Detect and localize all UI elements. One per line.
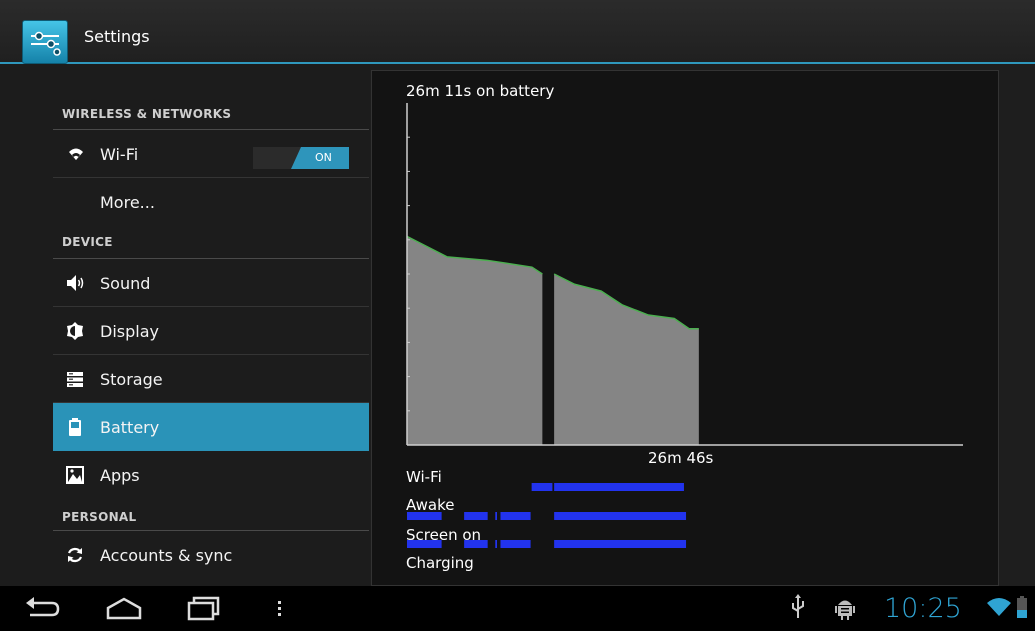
action-bar: Settings [0,0,1035,64]
timeline-bar-screen-on [554,540,687,548]
section-header-device: DEVICE [62,235,113,249]
battery-low-icon [1017,596,1027,622]
sidebar-item-label: Sound [100,274,151,293]
home-icon[interactable] [104,594,144,626]
timeline-bar-screen-on [500,540,531,548]
battery-icon [66,418,84,436]
settings-sidebar: WIRELESS & NETWORKS Wi-Fi ON More... DEV… [0,64,370,586]
chart-duration-label: 26m 46s [648,449,714,467]
timeline-bar-screen-on [495,540,498,548]
section-header-personal: PERSONAL [62,510,137,524]
battery-level-area-2 [554,274,699,445]
battery-level-area-1 [407,236,543,445]
sidebar-item-wifi[interactable]: Wi-Fi ON [53,130,369,178]
speaker-icon [66,274,84,292]
sidebar-item-label: Wi-Fi [100,145,139,164]
sidebar-item-label: Apps [100,466,140,485]
back-icon[interactable] [24,594,62,626]
status-clock: 10:25 [884,593,962,624]
settings-sliders-icon[interactable] [22,20,68,64]
sidebar-item-label: More... [100,193,155,212]
sidebar-item-label: Battery [100,418,160,437]
system-navigation-bar: 10:25 [0,586,1035,631]
timeline-bar-awake [495,512,498,520]
wifi-signal-icon [986,596,1012,622]
battery-detail-panel: 26m 11s on battery 26m 46s Wi-Fi Awake S… [371,70,999,586]
timeline-label-screen-on: Screen on [406,526,482,544]
settings-content: WIRELESS & NETWORKS Wi-Fi ON More... DEV… [0,64,1035,586]
app-title: Settings [84,27,150,46]
wifi-toggle[interactable]: ON [253,147,349,169]
wifi-icon [66,145,84,163]
toggle-label: ON [315,151,332,164]
sidebar-item-battery[interactable]: Battery [53,403,369,451]
storage-icon [66,370,84,388]
sidebar-item-label: Storage [100,370,163,389]
sidebar-item-label: Display [100,322,159,341]
timeline-label-charging: Charging [406,554,474,572]
recent-apps-icon[interactable] [186,594,222,626]
toggle-on-thumb: ON [291,147,349,169]
timeline-bar-awake [464,512,488,520]
timeline-label-awake: Awake [406,496,455,514]
sidebar-item-apps[interactable]: Apps [53,451,369,499]
battery-chart [406,103,963,548]
sidebar-item-accounts-sync[interactable]: Accounts & sync [53,531,369,579]
sidebar-item-label: Accounts & sync [100,546,233,565]
sidebar-item-storage[interactable]: Storage [53,355,369,403]
menu-icon[interactable] [276,594,284,626]
apps-icon [66,466,84,484]
sync-icon [66,546,84,564]
usb-icon [790,594,806,624]
timeline-bar-wi-fi [531,483,553,491]
timeline-bar-awake [500,512,531,520]
sidebar-item-sound[interactable]: Sound [53,259,369,307]
debug-android-icon [834,594,856,624]
timeline-label-wifi: Wi-Fi [406,468,442,486]
display-brightness-icon [66,322,84,340]
timeline-bar-awake [554,512,687,520]
chart-title: 26m 11s on battery [406,82,555,100]
sidebar-item-display[interactable]: Display [53,307,369,355]
timeline-bar-wi-fi [554,483,684,491]
sidebar-item-more[interactable]: More... [53,178,369,226]
section-header-wireless: WIRELESS & NETWORKS [62,107,232,121]
